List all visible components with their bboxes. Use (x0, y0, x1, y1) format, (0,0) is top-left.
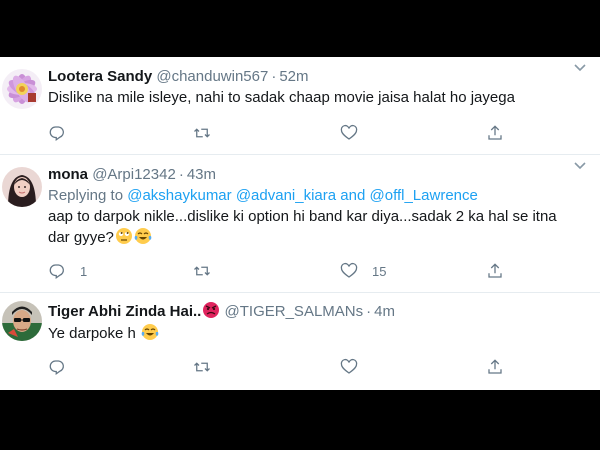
like-button[interactable] (340, 357, 358, 377)
reply-button[interactable]: 1 (48, 261, 87, 281)
screenshot-frame: Lootera Sandy @chanduwin567 · 52m Dislike … (0, 0, 600, 450)
share-button[interactable] (486, 357, 504, 377)
like-icon (340, 124, 358, 140)
tears-of-joy-emoji-icon (134, 228, 152, 244)
user-handle[interactable]: @Arpi12342 (92, 166, 176, 183)
mention-link[interactable]: @offl_Lawrence (370, 187, 478, 204)
separator-dot: · (178, 166, 184, 183)
separator-dot: · (271, 68, 277, 85)
tweet-header: Tiger Abhi Zinda Hai.. @TIGER_SALMANs · 4m (48, 301, 590, 322)
mention-link[interactable]: @advani_kiara (236, 187, 336, 204)
replying-conjunction[interactable]: and (340, 187, 365, 204)
retweet-button[interactable] (193, 261, 211, 281)
tweet-text: Dislike na mile isleye, nahi to sadak ch… (48, 89, 515, 106)
tweet-text: Ye darpoke h (48, 323, 590, 344)
user-handle[interactable]: @chanduwin567 (156, 68, 268, 85)
like-count: 15 (372, 263, 387, 279)
tweet-actions (48, 123, 588, 143)
avatar[interactable] (2, 69, 42, 109)
tweet-text-line: dar gyye? (48, 229, 114, 246)
reply-icon (49, 264, 64, 279)
separator-dot: · (366, 303, 372, 320)
tweet-replies-panel: Lootera Sandy @chanduwin567 · 52m Dislike … (0, 57, 600, 390)
tweet-content: Tiger Abhi Zinda Hai.. @TIGER_SALMANs · 4m… (48, 301, 590, 344)
reply-button[interactable] (48, 357, 66, 377)
replying-to-label: Replying to (48, 187, 124, 204)
tears-of-joy-emoji-icon (141, 324, 159, 340)
retweet-button[interactable] (193, 123, 211, 143)
share-icon (488, 359, 502, 374)
tweet-text-line: Ye darpoke h (48, 325, 136, 342)
tweet-header: Lootera Sandy @chanduwin567 · 52m (48, 67, 590, 87)
user-handle[interactable]: @TIGER_SALMANs (225, 303, 364, 320)
like-button[interactable] (340, 123, 358, 143)
retweet-icon (194, 362, 210, 372)
reply-icon (49, 360, 64, 375)
mention-link[interactable]: @akshaykumar (127, 187, 231, 204)
like-icon (340, 358, 358, 374)
timestamp[interactable]: 43m (187, 166, 216, 183)
display-name[interactable]: mona (48, 166, 88, 183)
reply-button[interactable] (48, 123, 66, 143)
angry-face-emoji-icon (203, 302, 220, 318)
replying-to: Replying to @akshaykumar @advani_kiara a… (48, 186, 590, 206)
reply-count: 1 (80, 263, 88, 279)
tweet-actions: 1 15 (48, 261, 588, 281)
timestamp[interactable]: 4m (374, 303, 395, 320)
eye-roll-emoji-icon (115, 228, 132, 244)
tweet-actions (48, 357, 588, 377)
display-name[interactable]: Lootera Sandy (48, 68, 152, 85)
retweet-button[interactable] (193, 357, 211, 377)
chevron-down-icon[interactable] (570, 57, 590, 77)
timestamp[interactable]: 52m (279, 68, 308, 85)
chevron-down-icon[interactable] (570, 155, 590, 175)
tweet-content: Lootera Sandy @chanduwin567 · 52m Dislike … (48, 67, 590, 108)
reply-icon (49, 126, 64, 141)
tweet-text: aap to darpok nikle...dislike ki option … (48, 207, 590, 248)
share-button[interactable] (486, 123, 504, 143)
retweet-icon (194, 266, 210, 276)
share-icon (488, 263, 502, 278)
tweet-header: mona @Arpi12342 · 43m (48, 165, 590, 185)
like-button[interactable]: 15 (340, 261, 386, 281)
like-icon (340, 262, 358, 278)
display-name[interactable]: Tiger Abhi Zinda Hai.. (48, 303, 201, 320)
tweet-text-line: aap to darpok nikle...dislike ki option … (48, 208, 557, 225)
share-button[interactable] (486, 261, 504, 281)
share-icon (488, 125, 502, 140)
tweet-content: mona @Arpi12342 · 43m Replying to @akshayk… (48, 165, 590, 248)
avatar[interactable] (2, 167, 42, 207)
avatar[interactable] (2, 301, 42, 341)
retweet-icon (194, 128, 210, 138)
